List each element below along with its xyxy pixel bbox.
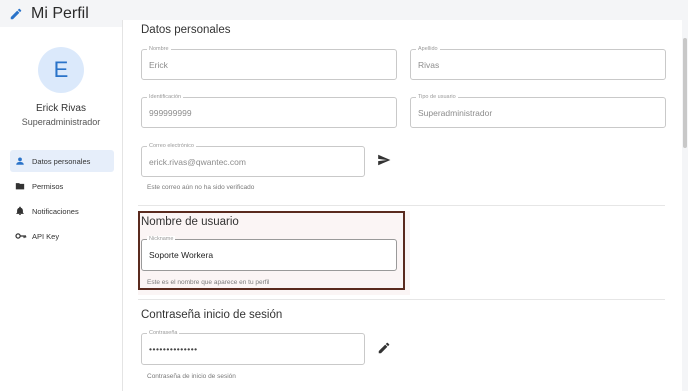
sidebar-item-api-key[interactable]: API Key bbox=[10, 225, 114, 247]
page-title: Mi Perfil bbox=[31, 4, 89, 22]
sidebar-nav: Datos personales Permisos Notificaciones… bbox=[10, 150, 114, 250]
highlight-frame bbox=[138, 211, 405, 290]
sidebar-item-label: Notificaciones bbox=[32, 206, 79, 216]
nombre-value: Erick bbox=[149, 59, 168, 70]
email-field[interactable]: Correo electrónico erick.rivas@qwantec.c… bbox=[141, 143, 365, 177]
user-name: Erick Rivas bbox=[35, 103, 86, 114]
sidebar-item-label: API Key bbox=[32, 231, 60, 241]
sidebar-item-datos-personales[interactable]: Datos personales bbox=[10, 150, 114, 172]
sidebar-item-notificaciones[interactable]: Notificaciones bbox=[10, 200, 114, 222]
sidebar: E Erick Rivas Superadministrador Datos p… bbox=[0, 27, 122, 391]
identificacion-field[interactable]: Identificación 999999999 bbox=[141, 94, 397, 128]
sidebar-item-label: Permisos bbox=[32, 181, 64, 191]
sidebar-item-label: Datos personales bbox=[32, 156, 91, 166]
tipo-usuario-value: Superadministrador bbox=[418, 107, 493, 118]
sidebar-item-permisos[interactable]: Permisos bbox=[10, 175, 114, 197]
apellido-value: Rivas bbox=[418, 59, 440, 70]
key-icon bbox=[15, 231, 27, 241]
user-role: Superadministrador bbox=[21, 117, 101, 127]
identificacion-value: 999999999 bbox=[149, 107, 192, 118]
apellido-field[interactable]: Apellido Rivas bbox=[410, 46, 666, 80]
avatar: E bbox=[38, 47, 84, 93]
divider bbox=[138, 299, 665, 300]
section-heading-password: Contraseña inicio de sesión bbox=[141, 309, 283, 321]
nombre-field[interactable]: Nombre Erick bbox=[141, 46, 397, 80]
email-hint: Este correo aún no ha sido verificado bbox=[147, 184, 255, 191]
send-icon[interactable] bbox=[377, 153, 391, 167]
section-heading-personal: Datos personales bbox=[141, 24, 231, 36]
scrollbar[interactable] bbox=[682, 0, 688, 391]
scrollbar-thumb[interactable] bbox=[683, 38, 687, 148]
person-icon bbox=[15, 156, 25, 166]
pencil-icon[interactable] bbox=[377, 341, 391, 355]
email-value: erick.rivas@qwantec.com bbox=[149, 156, 246, 167]
folder-icon bbox=[15, 181, 25, 191]
bell-icon bbox=[15, 206, 25, 216]
password-value: •••••••••••••• bbox=[149, 344, 198, 354]
password-field[interactable]: Contraseña •••••••••••••• bbox=[141, 330, 365, 365]
pencil-icon[interactable] bbox=[9, 7, 23, 21]
tipo-usuario-field[interactable]: Tipo de usuario Superadministrador bbox=[410, 94, 666, 128]
divider bbox=[138, 205, 665, 206]
password-hint: Contraseña de inicio de sesión bbox=[147, 373, 236, 380]
